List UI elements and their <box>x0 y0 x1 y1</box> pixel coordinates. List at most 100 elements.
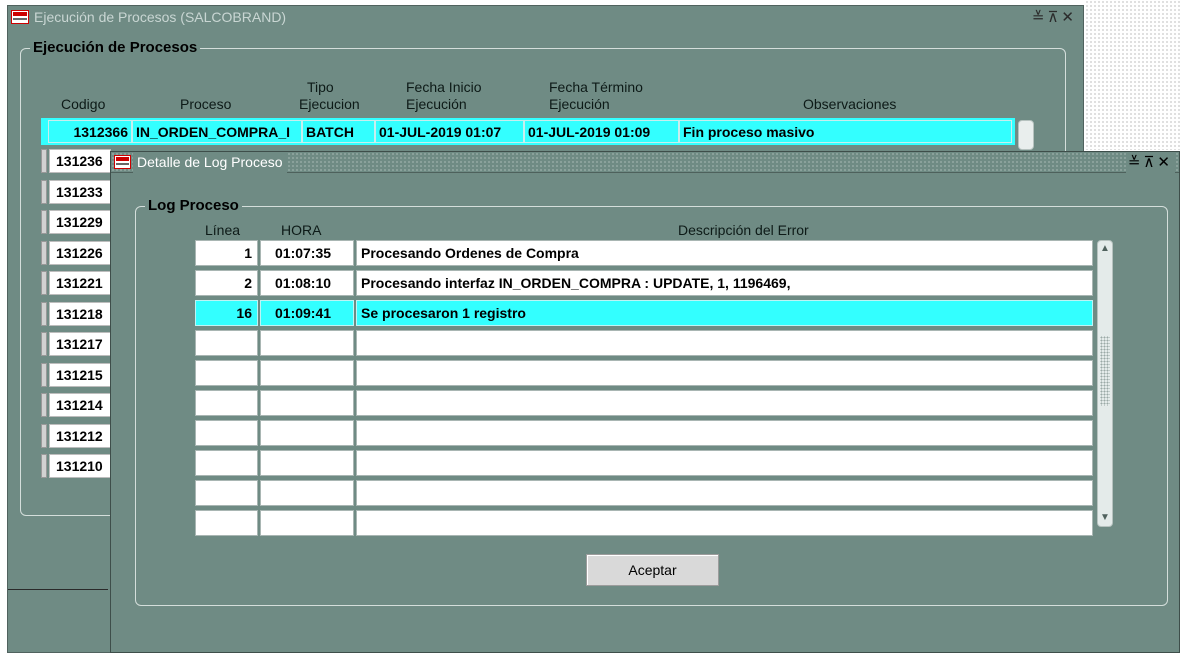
log-descripcion-cell[interactable]: Procesando interfaz IN_ORDEN_COMPRA : UP… <box>356 270 1093 296</box>
header-fecha-inicio: Fecha Inicio <box>406 79 482 95</box>
process-code-cell[interactable]: 131229 <box>49 210 111 234</box>
dialog-titlebar[interactable]: Detalle de Log Proceso ≚⊼✕ <box>111 152 1179 173</box>
log-descripcion-cell[interactable] <box>356 360 1093 386</box>
log-hora-cell[interactable]: 01:07:35 <box>260 240 354 266</box>
process-code-cell[interactable]: 131217 <box>49 332 111 356</box>
process-code-cell[interactable]: 131210 <box>49 454 111 478</box>
log-row[interactable] <box>195 420 1093 446</box>
cell-observaciones[interactable]: Fin proceso masivo <box>679 120 1012 143</box>
main-window-title: Ejecución de Procesos (SALCOBRAND) <box>34 9 287 25</box>
process-code-cell[interactable]: 131218 <box>49 301 111 326</box>
log-linea-cell[interactable]: 1 <box>195 240 258 266</box>
row-marker[interactable] <box>41 393 47 417</box>
process-code-cell[interactable]: 131215 <box>49 362 111 387</box>
cell-fecha-termino[interactable]: 01-JUL-2019 01:09 <box>524 120 679 143</box>
row-marker[interactable] <box>41 179 47 204</box>
header-hora: HORA <box>281 222 322 238</box>
row-marker[interactable] <box>41 149 47 173</box>
process-code-cell[interactable]: 131233 <box>49 179 111 204</box>
log-descripcion-cell[interactable] <box>356 330 1093 356</box>
log-row[interactable] <box>195 330 1093 356</box>
aceptar-button[interactable]: Aceptar <box>586 554 719 586</box>
log-descripcion-cell[interactable] <box>356 420 1093 446</box>
log-descripcion-cell[interactable] <box>356 450 1093 476</box>
cell-proceso[interactable]: IN_ORDEN_COMPRA_I <box>132 120 302 143</box>
log-scrollbar[interactable]: ▲ ▼ <box>1097 240 1113 527</box>
log-hora-cell[interactable]: 01:08:10 <box>260 270 354 296</box>
log-descripcion-cell[interactable]: Se procesaron 1 registro <box>356 300 1093 326</box>
log-linea-cell[interactable] <box>195 360 258 386</box>
oracle-app-icon <box>114 155 131 169</box>
log-linea-cell[interactable] <box>195 450 258 476</box>
header-linea: Línea <box>205 222 241 238</box>
main-window-titlebar[interactable]: Ejecución de Procesos (SALCOBRAND) ≚⊼✕ <box>8 6 1083 29</box>
log-row[interactable]: 1 01:07:35 Procesando Ordenes de Compra <box>195 240 1093 266</box>
log-linea-cell[interactable] <box>195 510 258 536</box>
header-fecha-inicio-ejec: Ejecución <box>406 96 467 112</box>
log-proceso-frame-label: Log Proceso <box>145 197 242 214</box>
log-linea-cell[interactable] <box>195 420 258 446</box>
log-descripcion-cell[interactable] <box>356 510 1093 536</box>
log-row[interactable] <box>195 390 1093 416</box>
scroll-thumb[interactable] <box>1100 336 1110 406</box>
row-marker[interactable] <box>41 301 47 326</box>
process-code-cell[interactable]: 131212 <box>49 423 111 448</box>
row-marker[interactable] <box>41 271 47 295</box>
log-linea-cell[interactable] <box>195 480 258 506</box>
selected-process-row[interactable]: 1312366 IN_ORDEN_COMPRA_I BATCH 01-JUL-2… <box>41 118 1015 145</box>
log-row[interactable] <box>195 480 1093 506</box>
oracle-app-icon <box>11 10 29 24</box>
header-fecha-termino-ejec: Ejecución <box>549 96 610 112</box>
log-descripcion-cell[interactable] <box>356 390 1093 416</box>
header-fecha-termino: Fecha Término <box>549 79 643 95</box>
row-marker[interactable] <box>41 210 47 234</box>
log-linea-cell[interactable]: 2 <box>195 270 258 296</box>
background-pattern <box>1085 0 1180 150</box>
log-linea-cell[interactable] <box>195 390 258 416</box>
process-code-cell[interactable]: 131221 <box>49 271 111 295</box>
log-hora-cell[interactable] <box>260 360 354 386</box>
row-marker[interactable] <box>41 423 47 448</box>
log-hora-cell[interactable] <box>260 390 354 416</box>
header-proceso: Proceso <box>180 96 232 112</box>
log-row[interactable] <box>195 360 1093 386</box>
scroll-down-icon[interactable]: ▼ <box>1100 513 1110 523</box>
header-ejecucion: Ejecucion <box>299 96 360 112</box>
log-hora-cell[interactable]: 01:09:41 <box>260 300 354 326</box>
log-hora-cell[interactable] <box>260 450 354 476</box>
log-row[interactable] <box>195 510 1093 536</box>
log-linea-cell[interactable]: 16 <box>195 300 258 326</box>
window-controls[interactable]: ≚⊼✕ <box>1032 6 1077 29</box>
log-row[interactable] <box>195 450 1093 476</box>
header-observaciones: Observaciones <box>803 96 897 112</box>
log-descripcion-cell[interactable] <box>356 480 1093 506</box>
dialog-window-controls[interactable]: ≚⊼✕ <box>1125 152 1175 173</box>
dialog-title: Detalle de Log Proceso <box>133 152 287 173</box>
log-row[interactable]: 2 01:08:10 Procesando interfaz IN_ORDEN_CO… <box>195 270 1093 296</box>
row-marker[interactable] <box>41 332 47 356</box>
log-linea-cell[interactable] <box>195 330 258 356</box>
row-marker[interactable] <box>41 454 47 478</box>
row-marker[interactable] <box>41 240 47 265</box>
process-code-cell[interactable]: 131226 <box>49 240 111 265</box>
log-hora-cell[interactable] <box>260 480 354 506</box>
header-codigo: Codigo <box>61 96 106 112</box>
log-row[interactable]: 16 01:09:41 Se procesaron 1 registro <box>195 300 1093 326</box>
log-hora-cell[interactable] <box>260 510 354 536</box>
cell-fecha-inicio[interactable]: 01-JUL-2019 01:07 <box>375 120 524 143</box>
procesos-frame-label: Ejecución de Procesos <box>30 39 201 56</box>
scroll-up-icon[interactable]: ▲ <box>1100 244 1110 254</box>
cell-tipo[interactable]: BATCH <box>302 120 375 143</box>
header-tipo: Tipo <box>307 79 334 95</box>
cell-codigo[interactable]: 1312366 <box>48 120 132 143</box>
log-descripcion-cell[interactable]: Procesando Ordenes de Compra <box>356 240 1093 266</box>
log-hora-cell[interactable] <box>260 330 354 356</box>
process-list-scrollbar[interactable] <box>1018 120 1034 150</box>
divider-line <box>8 589 108 590</box>
header-descripcion: Descripción del Error <box>678 222 809 238</box>
process-code-cell[interactable]: 131214 <box>49 393 111 417</box>
row-marker[interactable] <box>41 362 47 387</box>
log-hora-cell[interactable] <box>260 420 354 446</box>
process-code-cell[interactable]: 131236 <box>49 149 111 173</box>
log-detail-dialog: Detalle de Log Proceso ≚⊼✕ Log Proceso L… <box>110 151 1180 653</box>
